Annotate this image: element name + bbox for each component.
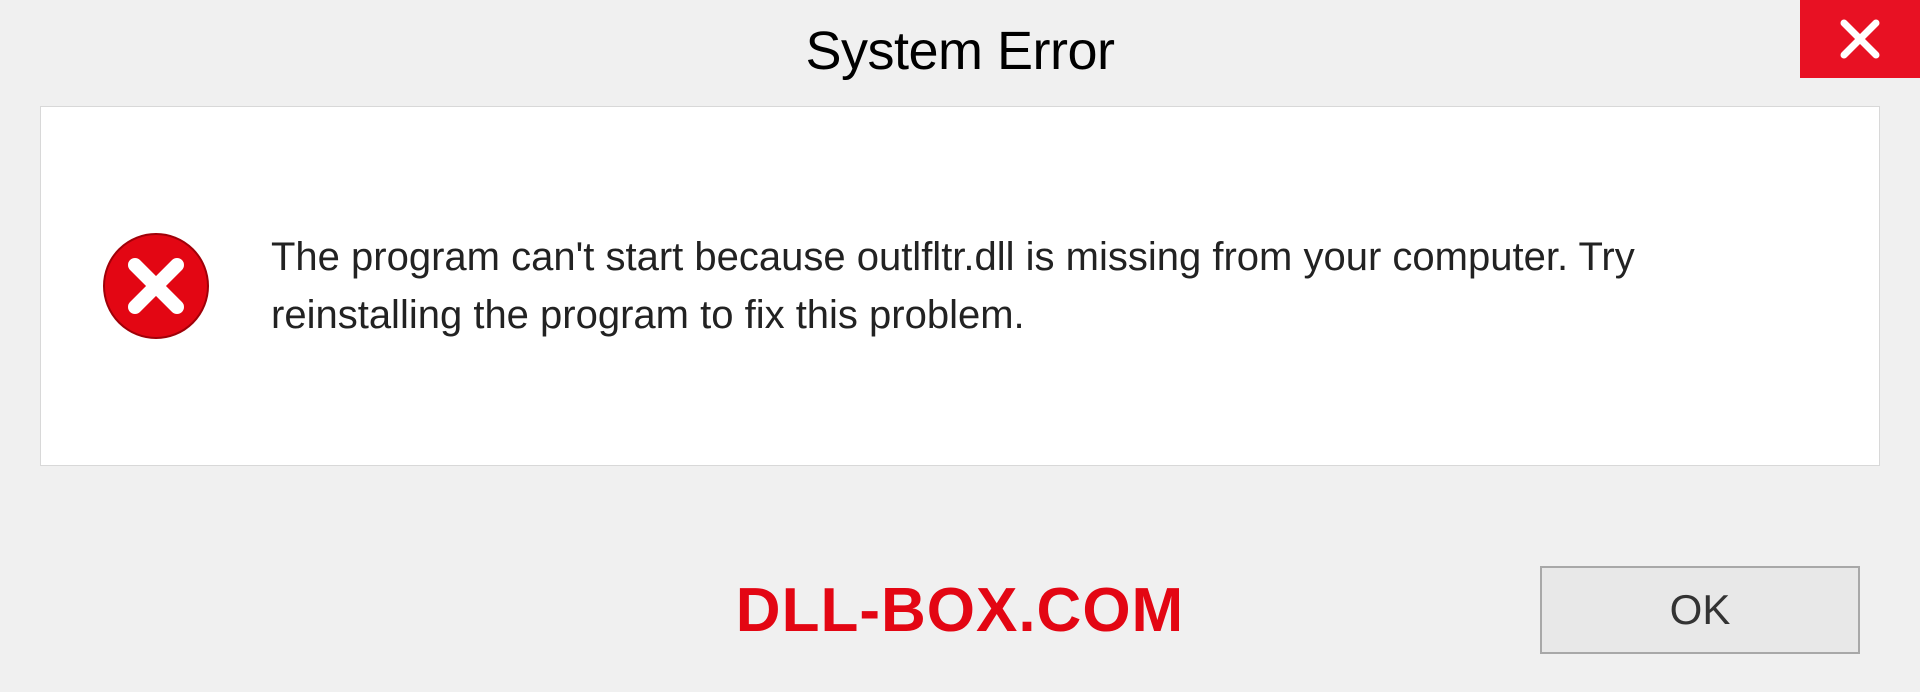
ok-button-label: OK <box>1670 586 1731 634</box>
ok-button[interactable]: OK <box>1540 566 1860 654</box>
content-panel: The program can't start because outlfltr… <box>40 106 1880 466</box>
close-icon <box>1838 17 1882 61</box>
watermark-text: DLL-BOX.COM <box>736 575 1184 646</box>
dialog-title: System Error <box>805 20 1114 82</box>
error-message: The program can't start because outlfltr… <box>271 228 1819 344</box>
error-icon <box>101 231 211 341</box>
titlebar: System Error <box>0 0 1920 100</box>
footer: DLL-BOX.COM OK <box>0 566 1920 654</box>
close-button[interactable] <box>1800 0 1920 78</box>
